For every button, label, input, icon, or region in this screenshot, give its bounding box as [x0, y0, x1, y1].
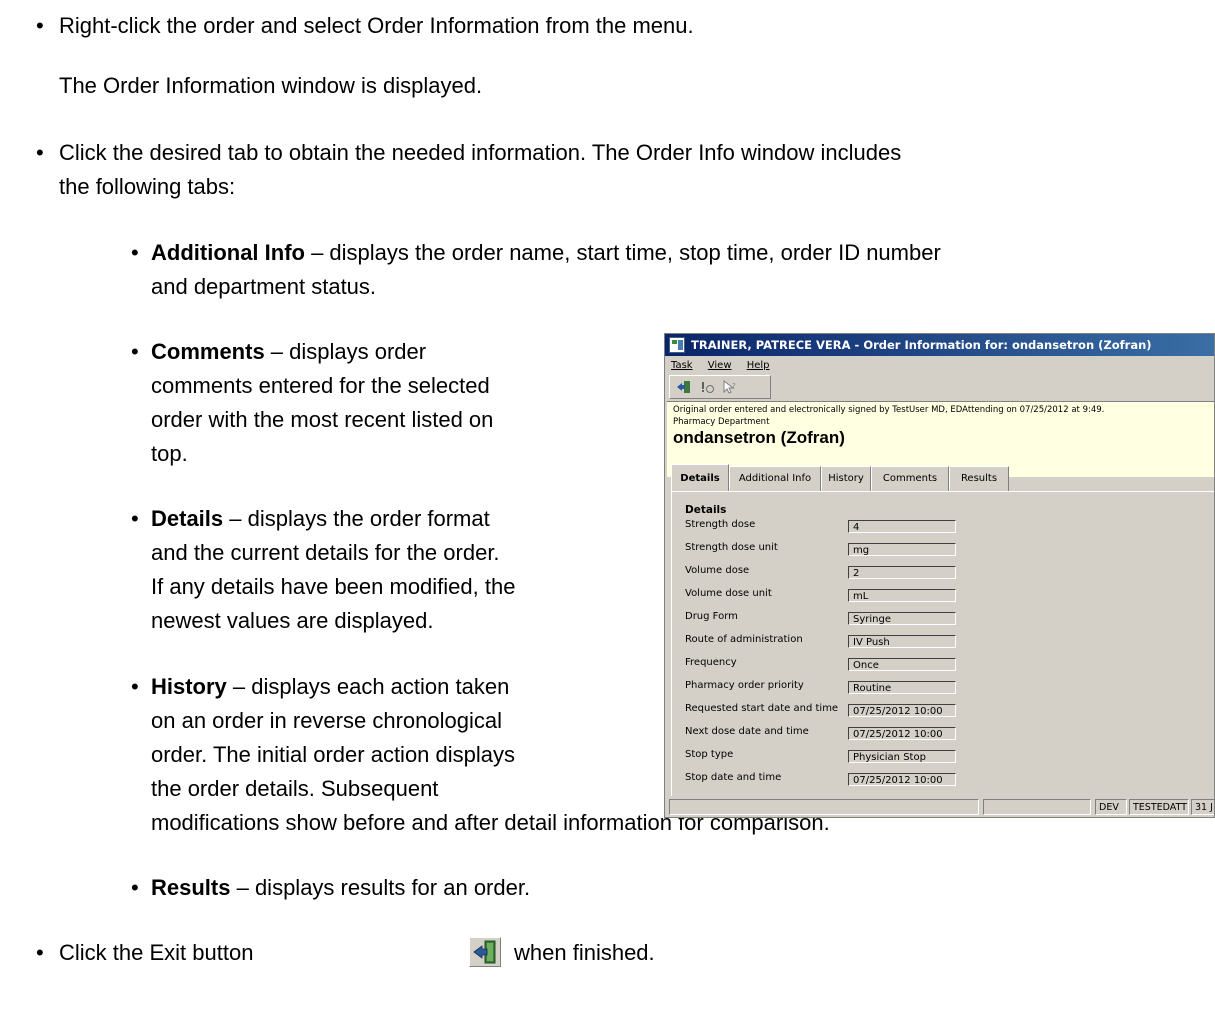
- results-item: Results – displays results for an order.: [151, 875, 531, 900]
- step-exit-cont: when finished.: [514, 940, 655, 965]
- status-user: TESTEDATT: [1129, 799, 1189, 815]
- order-name: ondansetron (Zofran): [673, 428, 845, 447]
- field-value: mL: [848, 589, 956, 602]
- bullet: •: [131, 339, 139, 364]
- alert-icon[interactable]: [700, 380, 716, 394]
- field-value: 07/25/2012 10:00: [848, 773, 956, 786]
- tab-results[interactable]: Results: [949, 466, 1009, 491]
- menu-task[interactable]: Task: [671, 360, 693, 371]
- field-value: mg: [848, 543, 956, 556]
- tab-comments[interactable]: Comments: [871, 466, 949, 491]
- comments-item: Comments – displays order: [151, 339, 427, 364]
- order-entered-text: Original order entered and electronicall…: [673, 405, 1105, 415]
- svg-text:?: ?: [732, 382, 736, 390]
- field-label: Route of administration: [685, 634, 803, 645]
- history-item: History – displays each action taken: [151, 674, 510, 699]
- bullet: •: [36, 13, 44, 38]
- status-bar: DEV TESTEDATT 31 J: [667, 799, 1214, 816]
- history-cont: on an order in reverse chronological: [151, 708, 502, 733]
- step-right-click: Right-click the order and select Order I…: [59, 13, 694, 38]
- field-label: Requested start date and time: [685, 703, 839, 714]
- field-label: Strength dose unit: [685, 542, 778, 553]
- field-value: 07/25/2012 10:00: [848, 704, 956, 717]
- comments-cont: top.: [151, 441, 188, 466]
- bullet: •: [36, 940, 44, 965]
- order-information-window: TRAINER, PATRECE VERA - Order Informatio…: [664, 333, 1215, 818]
- menu-view[interactable]: View: [708, 360, 732, 371]
- bullet: •: [36, 140, 44, 165]
- department-text: Pharmacy Department: [673, 417, 770, 427]
- menu-bar: Task View Help: [665, 357, 776, 374]
- app-icon: [669, 337, 685, 353]
- window-title: TRAINER, PATRECE VERA - Order Informatio…: [691, 338, 1152, 352]
- toolbar: ?: [669, 375, 771, 399]
- status-pane: [669, 799, 979, 815]
- details-heading: Details: [685, 504, 727, 516]
- history-cont: order. The initial order action displays: [151, 742, 516, 767]
- field-label: Stop type: [685, 749, 734, 760]
- field-label: Frequency: [685, 657, 737, 668]
- status-env: DEV: [1095, 799, 1127, 815]
- exit-icon: [473, 940, 496, 964]
- bullet: •: [131, 240, 139, 265]
- tab-additional-info[interactable]: Additional Info: [729, 466, 821, 491]
- field-value: 07/25/2012 10:00: [848, 727, 956, 740]
- details-panel: Details Strength dose 4 Strength dose unit…: [671, 491, 1214, 796]
- comments-cont: order with the most recent listed on: [151, 407, 494, 432]
- bullet: •: [131, 875, 139, 900]
- field-label: Strength dose: [685, 519, 756, 530]
- field-label: Volume dose: [685, 565, 750, 576]
- menu-help[interactable]: Help: [747, 360, 770, 371]
- field-label: Stop date and time: [685, 772, 782, 783]
- bullet: •: [131, 674, 139, 699]
- tab-history[interactable]: History: [821, 466, 871, 491]
- field-label: Next dose date and time: [685, 726, 809, 737]
- step-click-tab-cont: the following tabs:: [59, 174, 236, 199]
- exit-icon[interactable]: [676, 380, 692, 394]
- details-cont: and the current details for the order.: [151, 540, 500, 565]
- additional-info-item: Additional Info – displays the order nam…: [151, 240, 941, 265]
- help-pointer-icon[interactable]: ?: [722, 379, 738, 394]
- step-exit: Click the Exit button: [59, 940, 254, 965]
- details-item: Details – displays the order format: [151, 506, 490, 531]
- tab-details[interactable]: Details: [671, 464, 729, 492]
- status-pane: [983, 799, 1091, 815]
- field-value: 2: [848, 566, 956, 579]
- additional-info-cont: and department status.: [151, 274, 377, 299]
- field-value: Once: [848, 658, 956, 671]
- field-label: Pharmacy order priority: [685, 680, 804, 691]
- step-result-text: The Order Information window is displaye…: [59, 73, 483, 98]
- field-value: Physician Stop: [848, 750, 956, 763]
- bullet: •: [131, 506, 139, 531]
- status-date: 31 J: [1191, 799, 1214, 815]
- field-label: Volume dose unit: [685, 588, 772, 599]
- field-label: Drug Form: [685, 611, 738, 622]
- title-bar: TRAINER, PATRECE VERA - Order Informatio…: [665, 334, 1214, 356]
- history-cont: the order details. Subsequent: [151, 776, 439, 801]
- field-value: Routine: [848, 681, 956, 694]
- exit-button-image: [469, 937, 501, 967]
- details-cont: If any details have been modified, the: [151, 574, 516, 599]
- comments-cont: comments entered for the selected: [151, 373, 490, 398]
- field-value: 4: [848, 520, 956, 533]
- details-cont: newest values are displayed.: [151, 608, 434, 633]
- step-click-tab: Click the desired tab to obtain the need…: [59, 140, 902, 165]
- field-value: IV Push: [848, 635, 956, 648]
- field-value: Syringe: [848, 612, 956, 625]
